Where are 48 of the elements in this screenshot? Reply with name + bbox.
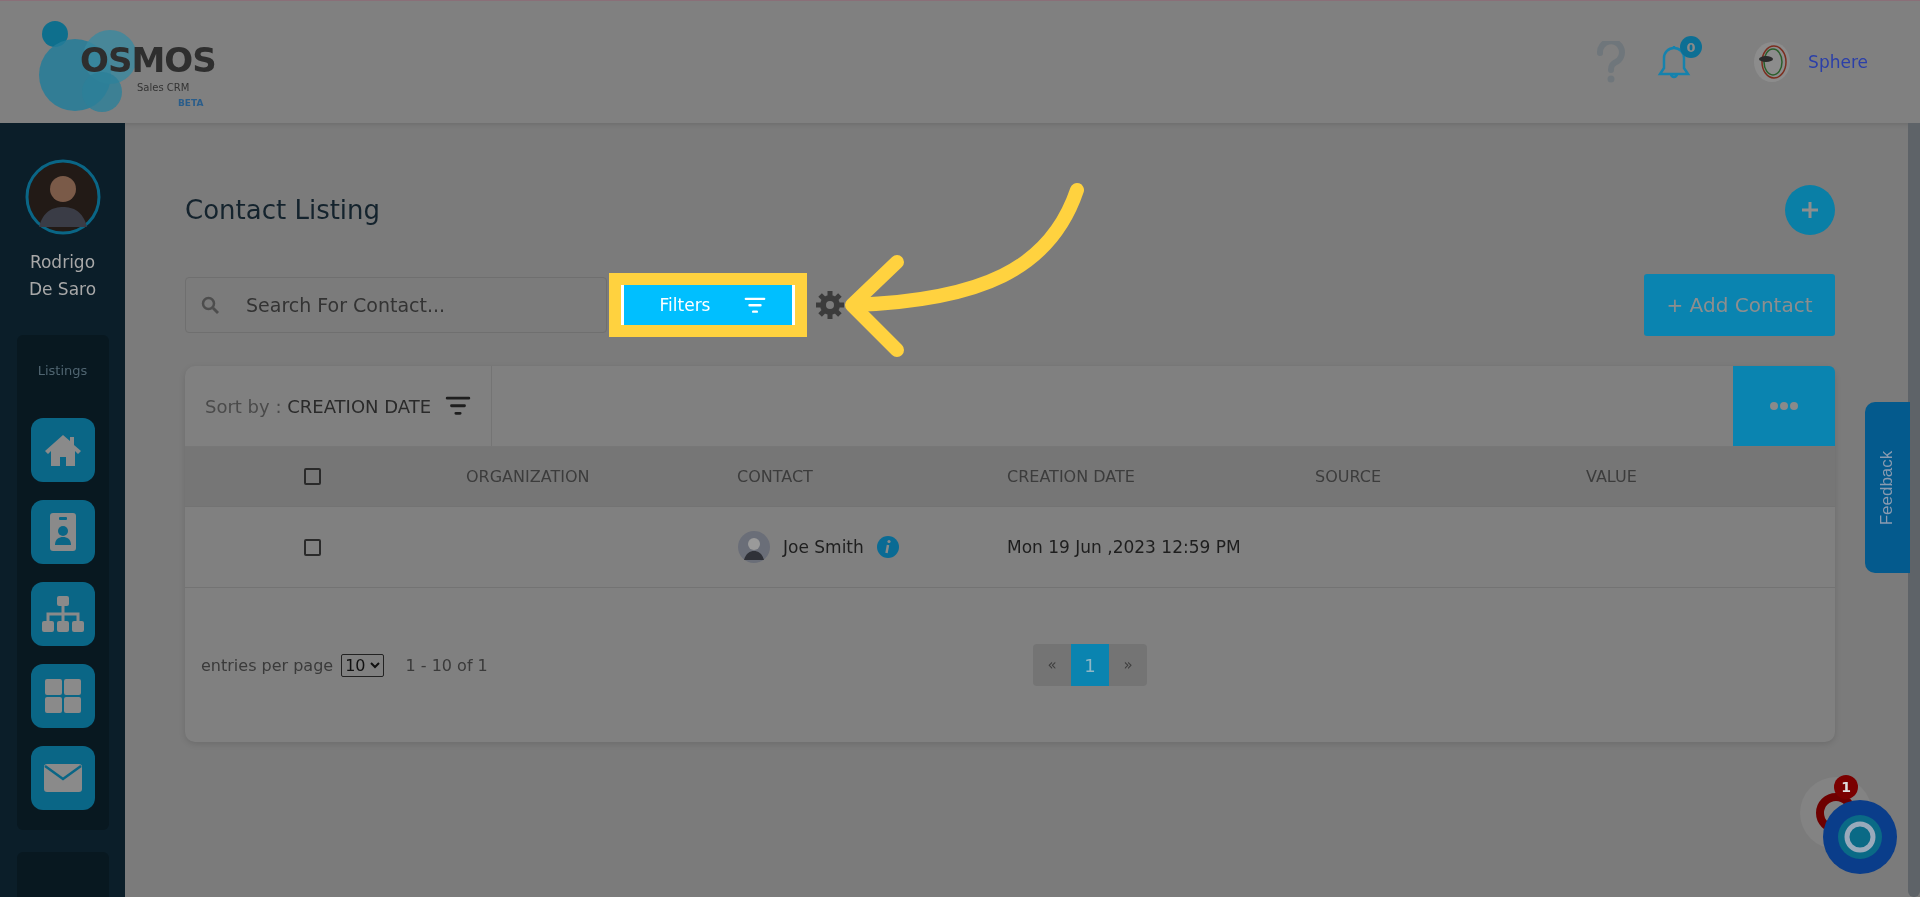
account-name[interactable]: Sphere (1808, 52, 1868, 72)
plus-icon (1800, 200, 1820, 220)
sort-button[interactable] (445, 396, 472, 416)
section-label: Listings (37, 363, 88, 378)
account-avatar[interactable] (1752, 41, 1793, 83)
feedback-tab[interactable]: Feedback (1865, 402, 1910, 573)
chat-bubble-icon[interactable] (1798, 775, 1898, 875)
page-title: Contact Listing (185, 195, 381, 225)
column-header: ORGANIZATION (465, 467, 591, 486)
filter-icon (744, 296, 767, 314)
previous-page-button[interactable]: « (1033, 644, 1071, 686)
logo-tagline: Sales CRM (137, 82, 190, 93)
org-chart-icon (40, 594, 85, 634)
grid-icon (43, 678, 82, 714)
checkbox[interactable] (304, 468, 321, 485)
entries-label: entries per page (201, 655, 334, 675)
column-header: SOURCE (1314, 467, 1383, 486)
caret-icon (369, 661, 380, 669)
nav-button[interactable] (30, 664, 95, 728)
checkbox[interactable] (304, 538, 321, 556)
filter-icon (445, 396, 472, 416)
settings-icon[interactable] (815, 290, 845, 320)
search-icon (201, 296, 219, 314)
chat-badge: 1 (1834, 775, 1858, 799)
nav-button[interactable] (30, 418, 95, 482)
more-icon (1769, 401, 1799, 411)
page-button[interactable]: 1 (1071, 644, 1109, 686)
column-header: CREATION DATE (1006, 467, 1136, 486)
contact-card-icon (48, 512, 77, 552)
notification-badge: 0 (1680, 36, 1703, 58)
column-header: VALUE (1585, 467, 1638, 486)
search-field[interactable]: Search For Contact... (185, 277, 607, 333)
filters-button[interactable]: Filters (624, 285, 792, 325)
user-name: Rodrigo De Saro (27, 251, 98, 301)
contact-avatar (737, 530, 771, 564)
nav-button[interactable] (30, 582, 95, 646)
scrollbar[interactable] (1908, 123, 1920, 897)
nav-button[interactable] (30, 500, 95, 564)
next-page-button[interactable]: » (1109, 644, 1147, 686)
column-header: CONTACT (736, 467, 814, 486)
page-size-select[interactable]: 10 (341, 653, 384, 677)
nav-button[interactable] (30, 746, 95, 810)
beta-label: BETA (178, 98, 204, 108)
range-label: 1 - 10 of 1 (405, 655, 488, 675)
contact-name[interactable]: Joe Smith (783, 537, 864, 557)
mail-icon (42, 763, 83, 793)
add-contact-button[interactable]: + Add Contact (1644, 274, 1835, 336)
table-cell-text: Mon 19 Jun ,2023 12:59 PM (1006, 537, 1242, 557)
